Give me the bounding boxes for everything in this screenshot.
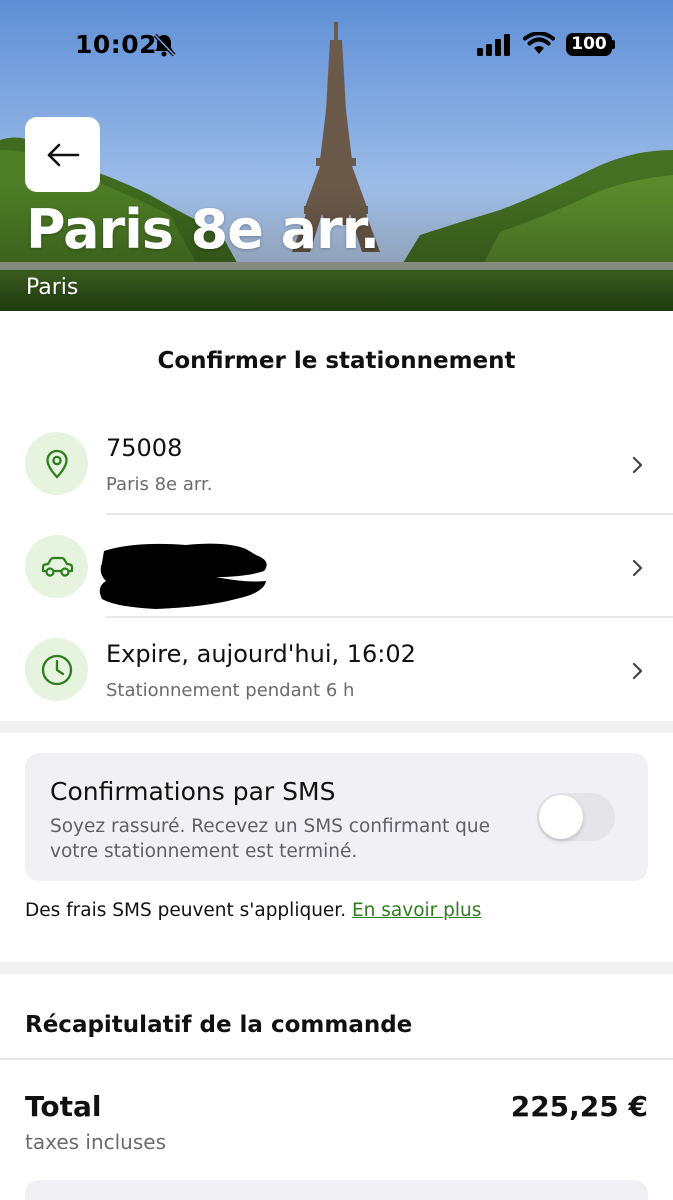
location-row[interactable]: 75008 Paris 8e arr. [0,412,673,515]
redacted-license-plate [99,543,267,609]
zone-city: Paris [26,275,79,300]
location-pin-icon [45,449,68,479]
sms-toggle[interactable] [537,793,615,841]
hero-banner: 10:02 100 Paris 8e arr. Paris [0,0,673,311]
location-district: Paris 8e arr. [106,474,213,495]
learn-more-link[interactable]: En savoir plus [352,900,481,921]
summary-divider [0,1058,673,1060]
payment-card-partial [25,1180,648,1200]
status-bar: 10:02 100 [0,0,673,90]
zone-title: Paris 8e arr. [26,198,380,261]
sms-fees-text: Des frais SMS peuvent s'appliquer. [25,900,352,921]
chevron-right-icon [632,559,643,577]
total-amount: 225,25 € [510,1090,648,1123]
chevron-right-icon [632,456,643,474]
section-separator [0,962,673,974]
parking-duration: Stationnement pendant 6 h [106,680,355,701]
wifi-icon [523,32,555,54]
bell-off-icon [153,33,176,57]
tax-note: taxes incluses [25,1130,167,1154]
confirm-parking-title: Confirmer le stationnement [157,348,516,374]
sms-title: Confirmations par SMS [50,777,336,806]
back-button[interactable] [25,117,100,192]
location-postcode: 75008 [106,434,183,462]
signal-icon [477,34,510,56]
toggle-knob [539,795,583,839]
sms-description: Soyez rassuré. Recevez un SMS confirmant… [50,816,491,862]
vehicle-icon-badge [25,535,88,598]
vehicle-row[interactable] [0,515,673,618]
total-label: Total [25,1090,102,1123]
car-icon [41,556,73,577]
section-separator [0,721,673,733]
duration-icon-badge [25,638,88,701]
sms-fees-notice: Des frais SMS peuvent s'appliquer. En sa… [25,900,481,921]
back-arrow-icon [47,143,79,166]
battery-tip [612,40,615,49]
order-summary-title: Récapitulatif de la commande [25,1012,413,1038]
duration-row[interactable]: Expire, aujourd'hui, 16:02 Stationnement… [0,618,673,721]
location-icon-badge [25,432,88,495]
expiry-time: Expire, aujourd'hui, 16:02 [106,640,416,668]
sms-confirmation-card: Confirmations par SMS Soyez rassuré. Rec… [25,753,648,881]
battery-indicator: 100 [566,33,612,56]
status-time: 10:02 [75,30,158,59]
chevron-right-icon [632,662,643,680]
clock-icon [41,654,72,685]
